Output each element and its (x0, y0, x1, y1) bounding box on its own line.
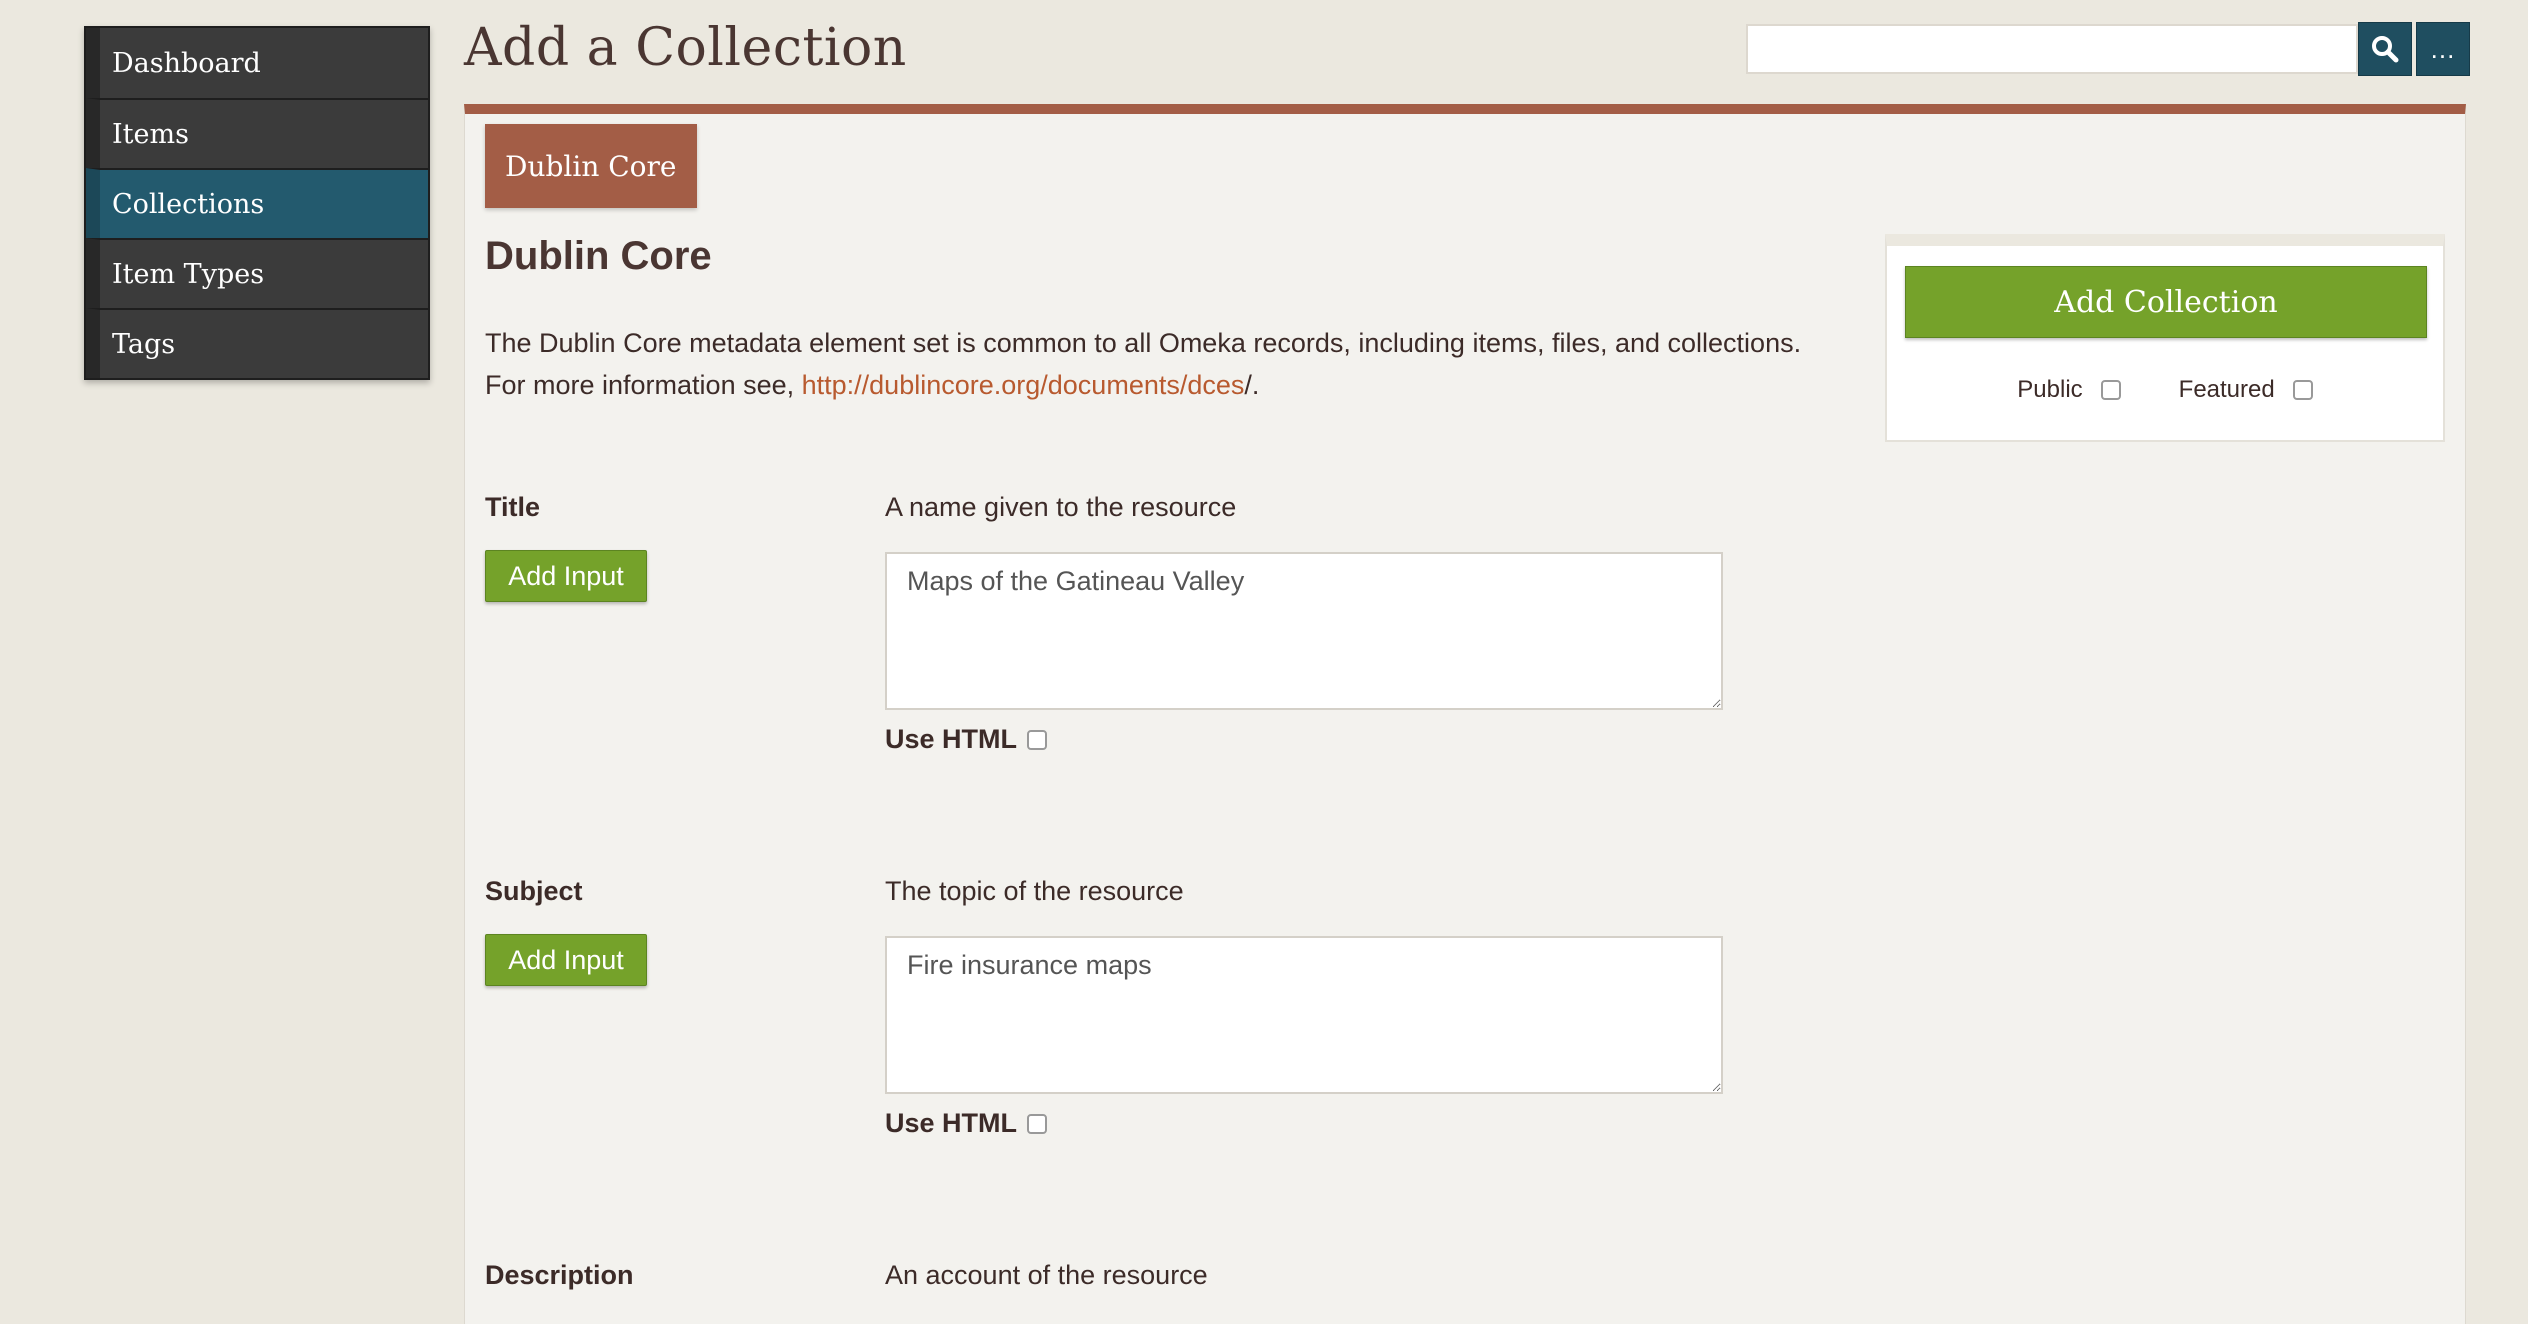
subject-textarea[interactable]: Fire insurance maps (885, 936, 1723, 1094)
title-add-input-button[interactable]: Add Input (485, 550, 647, 602)
sidebar-item-item-types[interactable]: Item Types (86, 238, 428, 308)
subject-use-html: Use HTML (885, 1108, 1048, 1139)
description-suffix: /. (1244, 370, 1260, 400)
save-panel: Add Collection Public Featured (1885, 234, 2445, 442)
sidebar-item-items[interactable]: Items (86, 98, 428, 168)
dublin-core-link[interactable]: http://dublincore.org/documents/dces (802, 370, 1245, 400)
main-panel: Dublin Core Dublin Core The Dublin Core … (464, 104, 2466, 1324)
subject-field-label: Subject (485, 876, 583, 906)
search-button[interactable] (2358, 22, 2412, 76)
title-use-html: Use HTML (885, 724, 1048, 755)
public-label: Public (2017, 376, 2083, 403)
title-use-html-label: Use HTML (885, 724, 1018, 754)
title-use-html-checkbox[interactable] (1027, 729, 1048, 750)
advanced-search-button[interactable]: ... (2416, 22, 2470, 76)
featured-label: Featured (2178, 376, 2275, 403)
featured-checkbox[interactable] (2292, 380, 2313, 400)
title-field-hint: A name given to the resource (885, 492, 1237, 522)
subject-use-html-label: Use HTML (885, 1108, 1018, 1138)
tab-dublin-core[interactable]: Dublin Core (485, 124, 697, 208)
sidebar-item-dashboard[interactable]: Dashboard (86, 28, 428, 98)
section-description: The Dublin Core metadata element set is … (485, 322, 1845, 406)
add-collection-button[interactable]: Add Collection (1905, 266, 2427, 338)
sidebar-item-tags[interactable]: Tags (86, 308, 428, 378)
sidebar-item-collections[interactable]: Collections (86, 168, 428, 238)
description-field-hint: An account of the resource (885, 1260, 1208, 1290)
public-checkbox[interactable] (2100, 380, 2121, 400)
search-input[interactable] (1746, 24, 2358, 74)
subject-field-hint: The topic of the resource (885, 876, 1184, 906)
sidebar-nav: Dashboard Items Collections Item Types T… (84, 26, 430, 380)
section-title: Dublin Core (485, 234, 712, 278)
search-icon (2372, 36, 2399, 63)
title-textarea[interactable]: Maps of the Gatineau Valley (885, 552, 1723, 710)
subject-use-html-checkbox[interactable] (1027, 1113, 1048, 1134)
subject-add-input-button[interactable]: Add Input (485, 934, 647, 986)
visibility-options: Public Featured (1887, 376, 2443, 404)
title-field-label: Title (485, 492, 541, 522)
description-field-label: Description (485, 1260, 634, 1290)
page-title: Add a Collection (464, 18, 907, 78)
